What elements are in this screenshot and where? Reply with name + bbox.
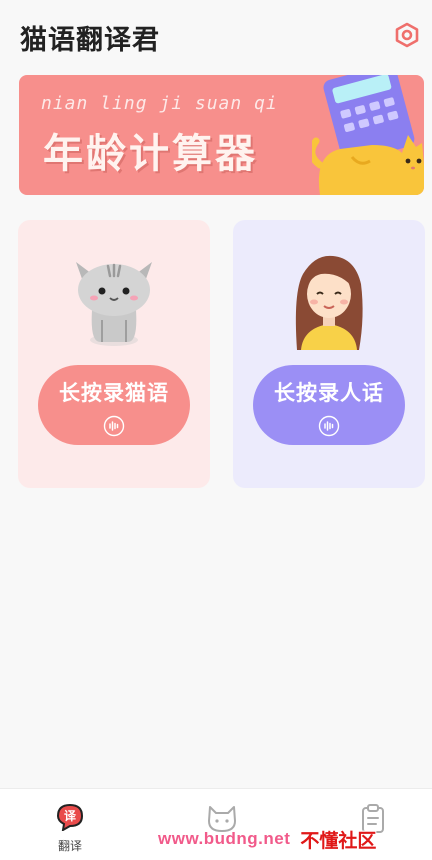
banner-pinyin: nian ling ji suan qi <box>41 93 278 114</box>
voice-wave-icon <box>318 415 340 437</box>
record-cat-button[interactable]: 长按录猫语 <box>38 365 190 445</box>
watermark-name: 不懂社区 <box>300 829 377 852</box>
girl-icon <box>295 255 363 350</box>
record-cat-card: 长按录猫语 <box>18 220 210 488</box>
app-title: 猫语翻译君 <box>20 25 160 56</box>
watermark-url: www.budng.net <box>158 829 291 848</box>
svg-text:译: 译 <box>64 809 77 823</box>
voice-wave-icon <box>103 415 125 437</box>
record-human-button[interactable]: 长按录人话 <box>253 365 405 445</box>
watermark: www.budng.net 不懂社区 <box>158 826 376 852</box>
settings-button[interactable] <box>392 20 422 50</box>
record-human-card: 长按录人话 <box>233 220 425 488</box>
translate-icon: 译 <box>56 803 84 832</box>
banner-title: 年龄计算器 <box>43 131 258 177</box>
calculator-cat-icon <box>312 75 424 195</box>
tab-translate-label: 翻译 <box>57 839 82 853</box>
cat-icon <box>76 262 152 346</box>
record-cat-label: 长按录猫语 <box>59 381 169 405</box>
tab-translate[interactable]: 译 翻译 <box>40 803 100 854</box>
app-header: 猫语翻译君 <box>0 0 432 70</box>
record-human-label: 长按录人话 <box>274 381 384 405</box>
age-calculator-banner[interactable]: nian ling ji suan qi 年龄计算器 <box>19 75 424 195</box>
hexagon-settings-icon <box>395 22 419 48</box>
